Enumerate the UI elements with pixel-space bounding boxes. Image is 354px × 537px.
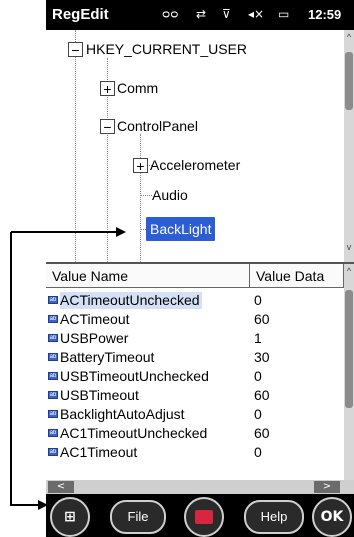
status-bar: RegEdit ᴑᴑ ⇄ ⊽ ◂× ▭ 12:59 <box>46 0 354 30</box>
clock: 12:59 <box>308 7 342 22</box>
table-row[interactable]: ab USBTimeoutUnchecked 0 <box>46 368 344 385</box>
tree-node-backlight[interactable]: BackLight <box>146 217 216 241</box>
column-header-value-name[interactable]: Value Name <box>46 264 250 288</box>
column-header-value-data[interactable]: Value Data <box>250 264 344 288</box>
tree-node-controlpanel[interactable]: ControlPanel <box>117 118 198 134</box>
ok-button[interactable]: OK <box>312 497 352 537</box>
table-row[interactable]: ab BatteryTimeout 30 <box>46 349 344 366</box>
value-data: 0 <box>254 292 262 308</box>
start-button[interactable]: ⊞ <box>50 497 90 537</box>
registry-value-icon: ab <box>48 296 58 304</box>
voicemail-icon: ᴑᴑ <box>162 7 179 21</box>
help-button[interactable]: Help <box>244 500 304 534</box>
tree-node-audio[interactable]: Audio <box>152 187 188 203</box>
value-data: 30 <box>254 349 270 365</box>
value-name: USBTimeoutUnchecked <box>60 368 209 384</box>
value-data: 0 <box>254 444 262 460</box>
tree-node-accelerometer[interactable]: Accelerometer <box>150 157 240 173</box>
scroll-up-icon[interactable]: ^ <box>344 32 354 42</box>
registry-value-icon: ab <box>48 391 58 399</box>
scroll-up-icon[interactable]: ^ <box>344 266 354 276</box>
annotation-line <box>10 232 44 506</box>
table-row[interactable]: ab ACTimeoutUnchecked 0 <box>46 292 344 309</box>
value-data: 60 <box>254 311 270 327</box>
table-row[interactable]: ab AC1Timeout 0 <box>46 444 344 461</box>
volume-icon: ◂× <box>248 7 265 21</box>
registry-tree[interactable]: − HKEY_CURRENT_USER + Comm − ControlPane… <box>46 30 354 262</box>
registry-value-icon: ab <box>48 315 58 323</box>
signal-icon: ⊽ <box>222 7 231 21</box>
expand-icon[interactable]: + <box>133 158 148 173</box>
tree-connector <box>140 195 152 196</box>
value-name: USBPower <box>60 330 129 346</box>
table-row[interactable]: ab BacklightAutoAdjust 0 <box>46 406 344 423</box>
registry-value-icon: ab <box>48 372 58 380</box>
values-horizontal-scrollbar[interactable]: < > <box>46 480 354 494</box>
value-name: ACTimeout <box>60 311 130 327</box>
values-vertical-scrollbar[interactable]: ^ v <box>344 264 354 504</box>
value-name: AC1TimeoutUnchecked <box>60 425 208 441</box>
scroll-left-icon[interactable]: < <box>48 481 74 493</box>
table-row[interactable]: ab USBPower 1 <box>46 330 344 347</box>
scroll-thumb[interactable] <box>345 290 353 408</box>
tree-vertical-scrollbar[interactable]: ^ v <box>344 30 354 262</box>
keyboard-icon <box>195 510 213 524</box>
table-row[interactable]: ab USBTimeout 60 <box>46 387 344 404</box>
expand-icon[interactable]: + <box>100 81 115 96</box>
windows-logo-icon: ⊞ <box>64 509 76 525</box>
table-row[interactable]: ab ACTimeout 60 <box>46 311 344 328</box>
registry-value-icon: ab <box>48 334 58 342</box>
value-data: 0 <box>254 368 262 384</box>
value-name: USBTimeout <box>60 387 139 403</box>
registry-value-icon: ab <box>48 448 58 456</box>
table-row[interactable]: ab AC1TimeoutUnchecked 60 <box>46 425 344 442</box>
registry-value-icon: ab <box>48 429 58 437</box>
value-data: 60 <box>254 425 270 441</box>
collapse-icon[interactable]: − <box>100 119 115 134</box>
sync-icon: ⇄ <box>196 7 207 21</box>
tree-connector <box>75 30 76 262</box>
battery-icon: ▭ <box>278 7 290 21</box>
collapse-icon[interactable]: − <box>68 42 83 57</box>
scroll-right-icon[interactable]: > <box>314 481 340 493</box>
bottom-bar: ⊞ File Help OK <box>46 494 354 537</box>
registry-value-icon: ab <box>48 410 58 418</box>
tree-node-hkey-current-user[interactable]: HKEY_CURRENT_USER <box>86 41 247 57</box>
app-title: RegEdit <box>52 6 109 23</box>
registry-value-icon: ab <box>48 353 58 361</box>
keyboard-button[interactable] <box>184 497 224 537</box>
value-data: 1 <box>254 330 262 346</box>
value-data: 0 <box>254 406 262 422</box>
file-button[interactable]: File <box>110 500 166 534</box>
value-data: 60 <box>254 387 270 403</box>
device-screen: RegEdit ᴑᴑ ⇄ ⊽ ◂× ▭ 12:59 − HKEY_CURRENT… <box>46 0 354 537</box>
tree-connector <box>140 134 141 262</box>
value-name: AC1Timeout <box>60 444 138 460</box>
value-name: BatteryTimeout <box>60 349 155 365</box>
scroll-thumb[interactable] <box>345 52 353 110</box>
value-name: BacklightAutoAdjust <box>60 406 185 422</box>
scroll-down-icon[interactable]: v <box>344 242 354 252</box>
tree-node-comm[interactable]: Comm <box>117 80 158 96</box>
value-name: ACTimeoutUnchecked <box>60 292 202 309</box>
values-list[interactable]: Value Name Value Data ab ACTimeoutUnchec… <box>46 262 354 504</box>
